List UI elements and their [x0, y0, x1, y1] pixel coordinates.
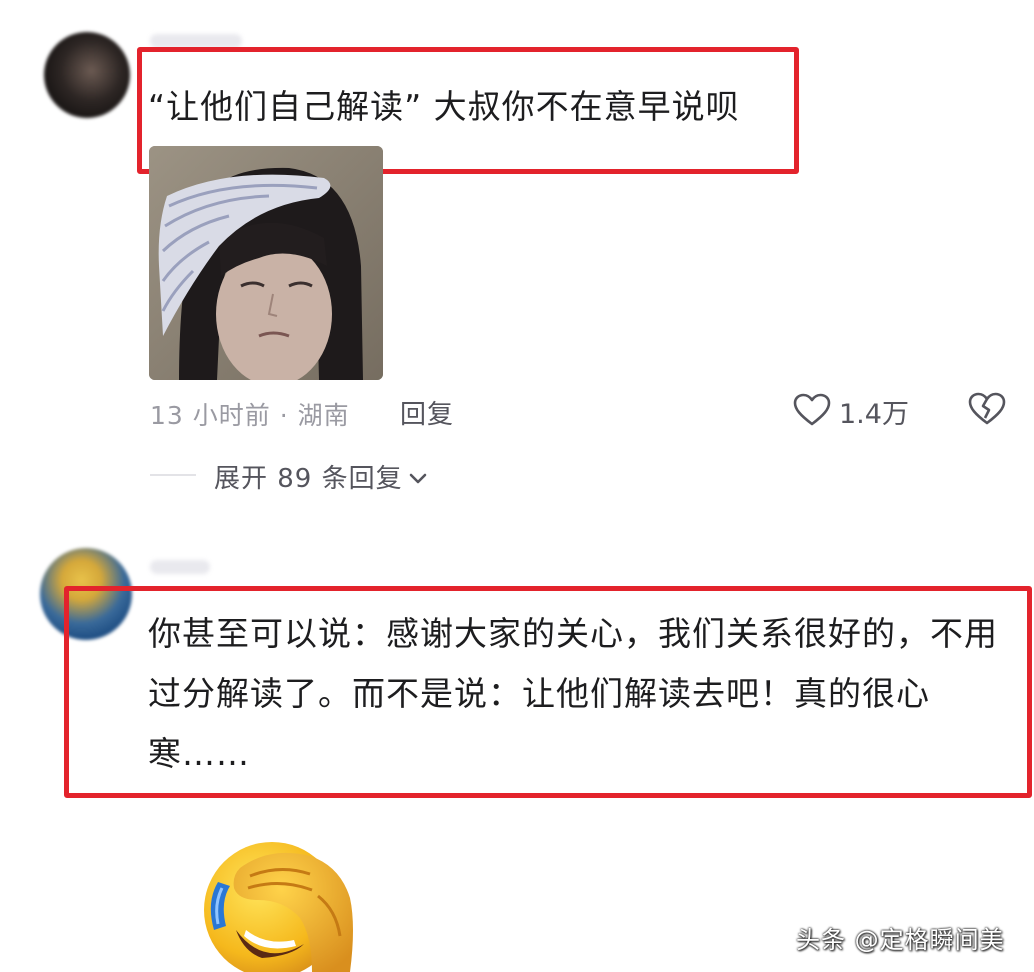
like-count: 1.4万	[839, 399, 909, 430]
comment-meta: 13 小时前 · 湖南	[150, 401, 350, 430]
expand-replies-button[interactable]: 展开 89 条回复	[214, 458, 427, 495]
comment-text: “让他们自己解读” 大叔你不在意早说呗	[148, 87, 740, 126]
like-button[interactable]: 1.4万	[793, 392, 909, 431]
comment-sticker-image[interactable]	[149, 146, 383, 380]
comment-text: 你甚至可以说：感谢大家的关心，我们关系很好的，不用过分解读了。而不是说：让他们解…	[148, 614, 998, 773]
heart-broken-icon[interactable]	[968, 392, 1006, 430]
heart-icon	[793, 393, 831, 431]
divider	[150, 474, 196, 476]
username-redacted	[150, 560, 210, 574]
watermark: 头条 @定格瞬间美	[796, 926, 1005, 954]
username-redacted	[150, 34, 242, 48]
reply-button[interactable]: 回复	[400, 394, 454, 431]
chevron-down-icon	[409, 462, 427, 492]
facepalm-emoji	[200, 826, 380, 972]
user-avatar[interactable]	[40, 548, 132, 640]
expand-replies-label: 展开 89 条回复	[214, 464, 403, 494]
user-avatar[interactable]	[44, 32, 130, 118]
